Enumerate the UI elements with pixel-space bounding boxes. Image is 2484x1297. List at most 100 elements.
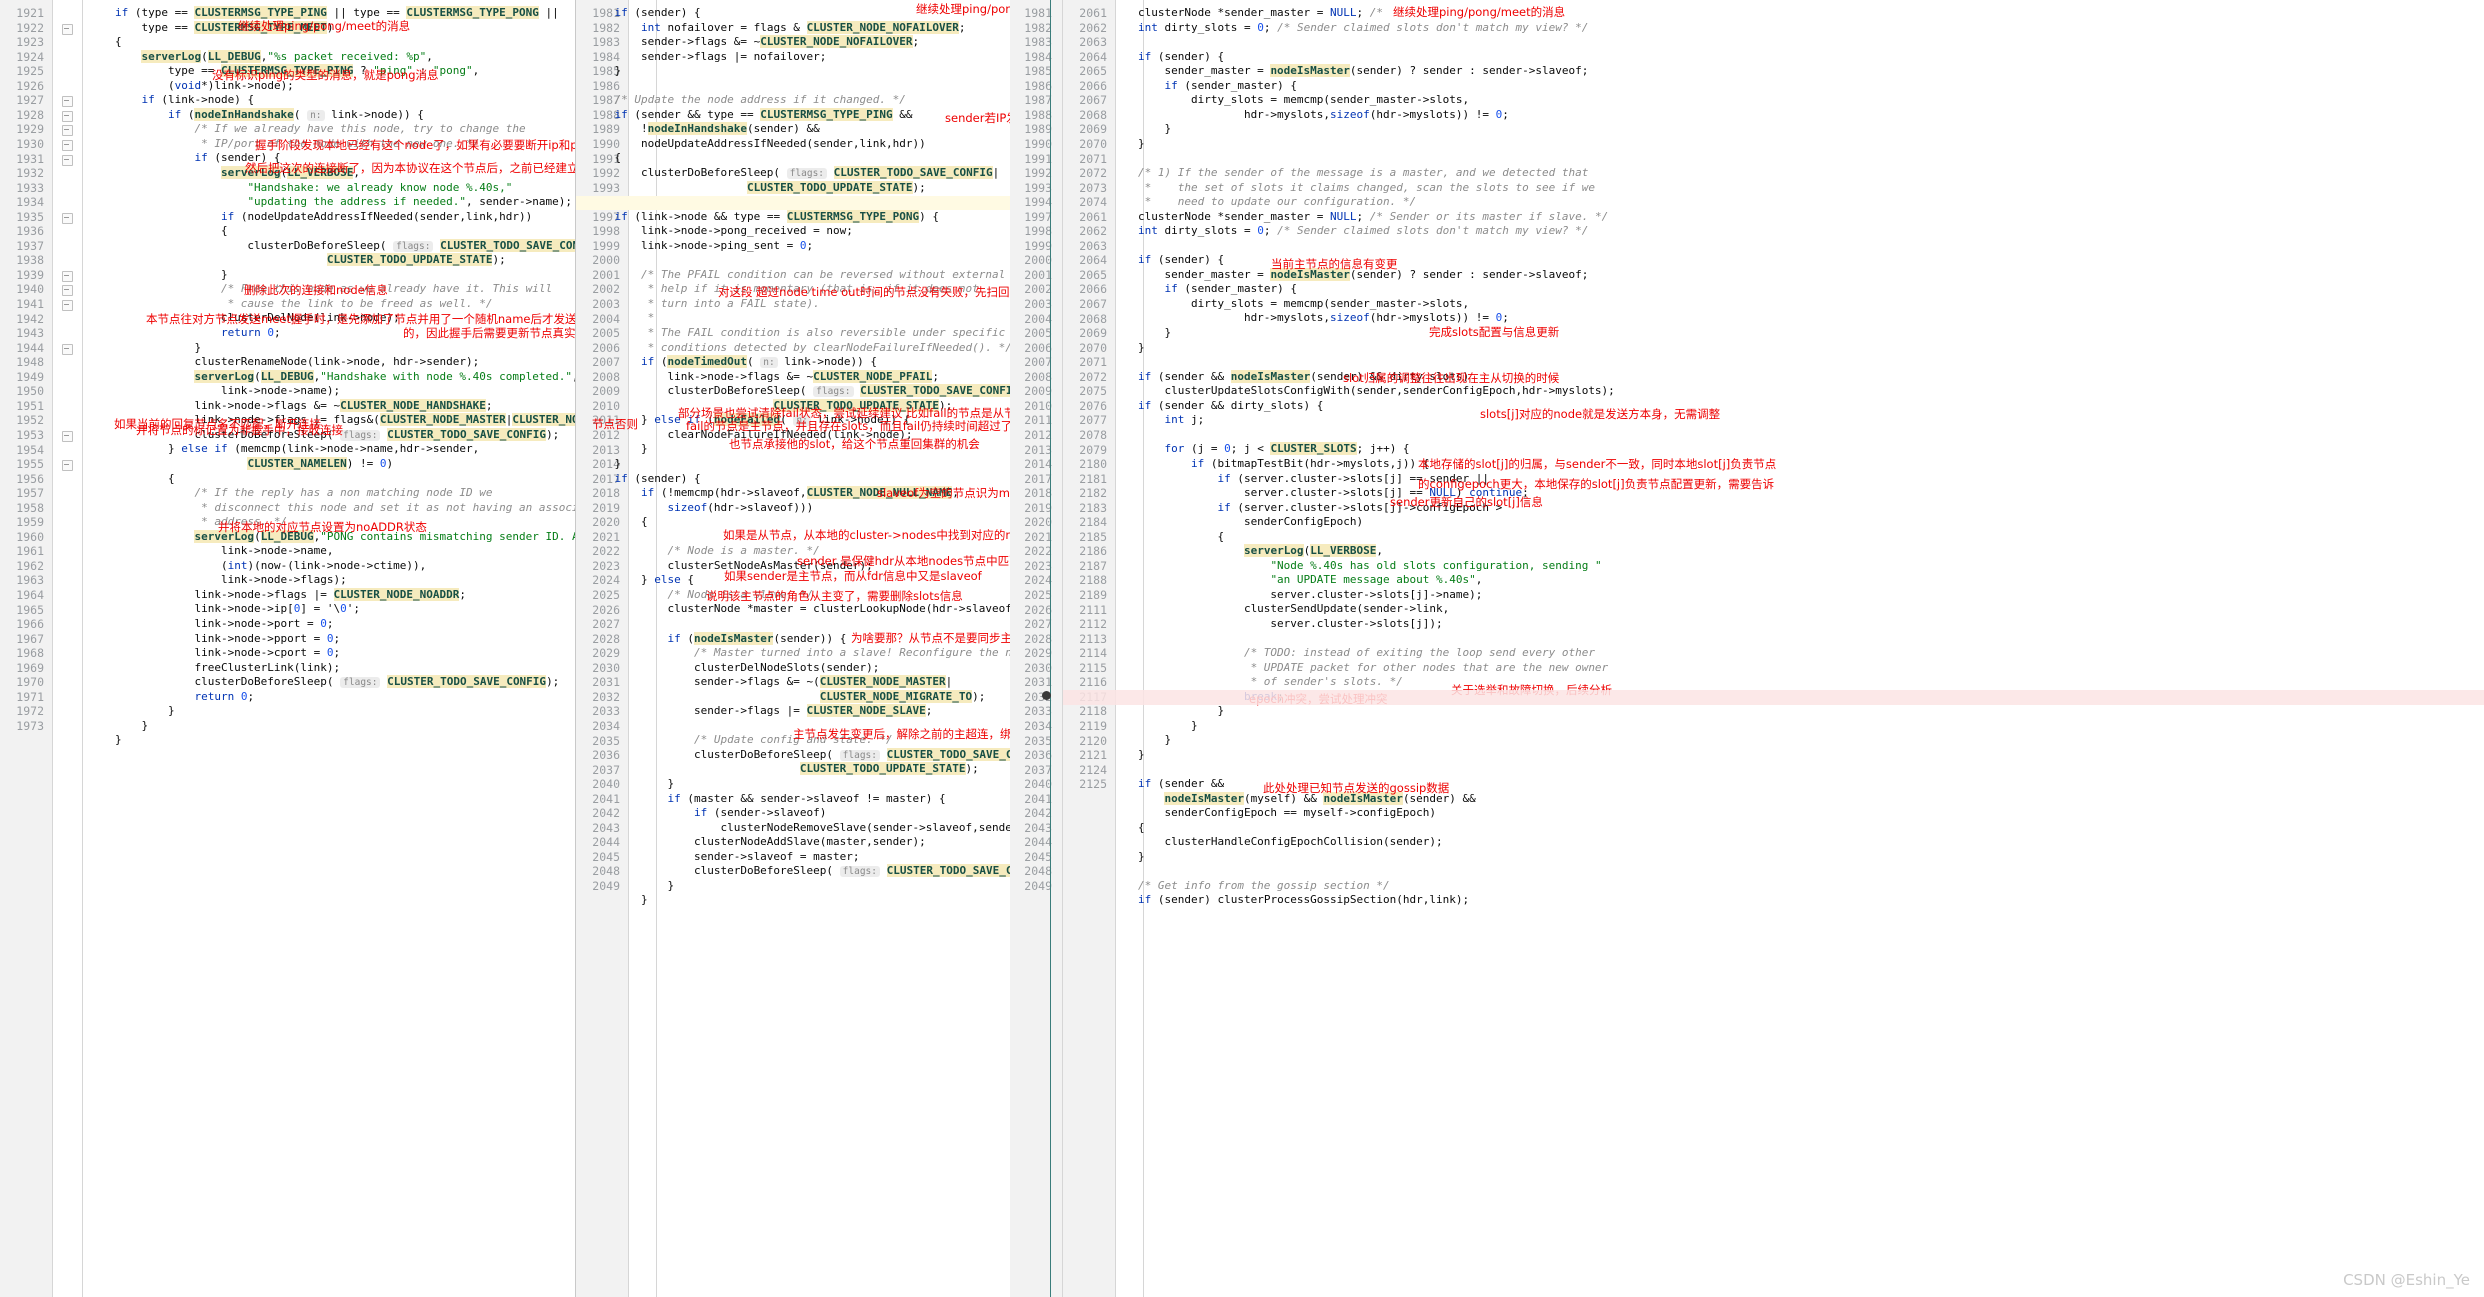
code-line[interactable]: sender->slaveof = master;: [588, 850, 1016, 865]
code-fold-toggle[interactable]: [62, 96, 73, 108]
code-line[interactable]: if (nodeInHandshake( n: link->node)) {: [62, 107, 575, 123]
code-line[interactable]: clusterDoBeforeSleep( flags: CLUSTER_TOD…: [62, 238, 575, 254]
code-line[interactable]: int dirty_slots = 0; /* Sender claimed s…: [1085, 21, 1615, 36]
code-line[interactable]: dirty_slots = memcmp(sender_master->slot…: [1085, 297, 1615, 312]
code-line[interactable]: link->node->port = 0;: [62, 617, 575, 632]
code-line[interactable]: "Handshake: we already know node %.40s,": [62, 181, 575, 196]
code-line[interactable]: sender->flags &= ~CLUSTER_NODE_NOFAILOVE…: [588, 35, 1016, 50]
breakpoint-marker[interactable]: [1042, 691, 1051, 700]
code-line[interactable]: if (sender->slaveof): [588, 806, 1016, 821]
code-line[interactable]: clusterNodeRemoveSlave(sender->slaveof,s…: [588, 821, 1016, 836]
code-line[interactable]: link->node->flags &= ~CLUSTER_NODE_HANDS…: [62, 398, 575, 414]
code-line[interactable]: [1085, 35, 1615, 50]
code-line[interactable]: clusterUpdateSlotsConfigWith(sender,send…: [1085, 384, 1614, 399]
code-line[interactable]: clusterDoBeforeSleep( flags: CLUSTER_TOD…: [588, 166, 1016, 181]
code-fold-toggle[interactable]: [62, 270, 73, 282]
code-line[interactable]: [1085, 151, 1615, 166]
code-line[interactable]: link->node->name);: [62, 384, 575, 399]
code-fold-toggle[interactable]: [62, 430, 73, 442]
code-line[interactable]: server.cluster->slots[j]);: [1085, 617, 1615, 632]
code-line[interactable]: sender->flags |= CLUSTER_NODE_SLAVE;: [588, 704, 1016, 719]
code-line[interactable]: /* Update the node address if it changed…: [588, 93, 1016, 108]
code-line[interactable]: link->node->flags |= CLUSTER_NODE_NOADDR…: [62, 587, 575, 603]
code-line[interactable]: link->node->flags);: [62, 573, 575, 588]
code-line[interactable]: int nofailover = flags & CLUSTER_NODE_NO…: [588, 20, 1016, 36]
code-line[interactable]: }: [1085, 704, 1615, 719]
code-line[interactable]: link->node->pport = 0;: [62, 632, 575, 647]
code-line[interactable]: {: [1085, 821, 1615, 836]
code-fold-toggle[interactable]: [62, 343, 73, 355]
code-line[interactable]: "updating the address if needed.", sende…: [62, 195, 575, 210]
code-line[interactable]: /* 1) If the sender of the message is a …: [1085, 166, 1615, 181]
code-fold-toggle[interactable]: [62, 23, 73, 35]
code-line[interactable]: } else if (memcmp(link->node->name,hdr->…: [62, 442, 575, 457]
code-line[interactable]: int dirty_slots = 0; /* Sender claimed s…: [1085, 224, 1615, 239]
code-line[interactable]: }: [588, 893, 1016, 908]
code-line[interactable]: /* The PFAIL condition can be reversed w…: [588, 268, 1016, 283]
code-line[interactable]: * turn into a FAIL state).: [588, 297, 1016, 312]
code-line[interactable]: * conditions detected by clearNodeFailur…: [588, 341, 1016, 356]
code-line[interactable]: {: [62, 224, 575, 239]
code-fold-toggle[interactable]: [62, 300, 73, 311]
code-line[interactable]: (int)(now-(link->node->ctime)),: [62, 559, 575, 574]
center-pane-gutter-strip[interactable]: 1981 1982 1983 1984 1985 1986 1987 1988 1989 1990…: [1010, 0, 1062, 1297]
code-line[interactable]: clusterNode *master = clusterLookupNode(…: [588, 602, 1016, 617]
code-line[interactable]: }: [1085, 137, 1615, 152]
code-line[interactable]: * The FAIL condition is also reversible …: [588, 326, 1016, 341]
code-line[interactable]: sender->flags |= nofailover;: [588, 50, 1016, 65]
code-line[interactable]: }: [1085, 719, 1615, 734]
code-line[interactable]: * the set of slots it claims changed, sc…: [1085, 181, 1615, 196]
code-line[interactable]: link->node->name,: [62, 544, 575, 559]
code-line[interactable]: /* If we already have this node, try to …: [62, 122, 575, 137]
code-line[interactable]: [1085, 428, 1615, 443]
code-line[interactable]: clusterDoBeforeSleep( flags: CLUSTER_TOD…: [588, 384, 1016, 399]
code-line[interactable]: }: [62, 704, 575, 719]
center-editor-pane[interactable]: 1981 1982 1983 1984 1985 1986 1987 1988 1989 1990…: [576, 0, 1016, 1297]
code-line[interactable]: server.cluster->slots[j]->name);: [1085, 588, 1615, 603]
code-line[interactable]: }: [1085, 850, 1615, 865]
code-line[interactable]: }: [1085, 341, 1615, 356]
code-line[interactable]: clusterHandleConfigEpochCollision(sender…: [1085, 835, 1615, 850]
code-line[interactable]: if (nodeUpdateAddressIfNeeded(sender,lin…: [62, 210, 575, 225]
code-line[interactable]: [588, 617, 1016, 632]
code-line[interactable]: serverLog(LL_VERBOSE,: [1085, 544, 1615, 559]
code-line[interactable]: CLUSTER_TODO_UPDATE_STATE);: [62, 253, 575, 268]
code-line[interactable]: for (j = 0; j < CLUSTER_SLOTS; j++) {: [1085, 442, 1615, 457]
code-line[interactable]: dirty_slots = memcmp(sender_master->slot…: [1085, 93, 1615, 108]
code-line[interactable]: /* If the reply has a non matching node …: [62, 486, 575, 501]
code-line[interactable]: link->node->cport = 0;: [62, 646, 575, 661]
code-line[interactable]: sender_master = nodeIsMaster(sender) ? s…: [1085, 64, 1615, 79]
code-line[interactable]: {: [1085, 530, 1615, 545]
code-line[interactable]: [588, 79, 1016, 94]
code-line[interactable]: {: [588, 151, 1016, 166]
code-line[interactable]: }: [62, 268, 575, 283]
code-line[interactable]: if (link->node) {: [62, 93, 575, 108]
code-line[interactable]: }: [62, 733, 575, 748]
center-code-content[interactable]: if (sender) { int nofailover = flags & C…: [588, 6, 1016, 908]
code-line[interactable]: [1085, 239, 1615, 254]
code-line[interactable]: serverLog(LL_DEBUG,"%s packet received: …: [62, 49, 575, 65]
code-line[interactable]: sizeof(hdr->slaveof))): [588, 501, 1016, 516]
code-line[interactable]: {: [62, 472, 575, 487]
left-editor-pane[interactable]: 1921 1922 1923 1924 1925 1926 1927 1928 1929 1930…: [0, 0, 575, 1297]
code-line[interactable]: * cause the link to be freed as well. */: [62, 297, 575, 312]
code-line[interactable]: if (sender_master) {: [1085, 79, 1615, 94]
code-line[interactable]: hdr->myslots,sizeof(hdr->myslots)) != 0;: [1085, 108, 1615, 123]
code-line[interactable]: CLUSTER_NODE_MIGRATE_TO);: [588, 689, 1016, 705]
code-line[interactable]: senderConfigEpoch): [1085, 515, 1615, 530]
code-line[interactable]: link->node->pong_received = now;: [588, 224, 1016, 239]
code-line[interactable]: }: [588, 64, 1016, 79]
code-line[interactable]: if (nodeTimedOut( n: link->node)) {: [588, 355, 1016, 370]
code-line[interactable]: * UPDATE packet for other nodes that are…: [1085, 661, 1615, 676]
code-line[interactable]: if (master && sender->slaveof != master)…: [588, 792, 1016, 807]
code-line[interactable]: clusterNodeAddSlave(master,sender);: [588, 835, 1016, 850]
code-fold-toggle[interactable]: [62, 139, 73, 151]
code-line[interactable]: CLUSTER_NAMELEN) != 0): [62, 456, 575, 472]
code-line[interactable]: if (sender) {: [588, 472, 1016, 487]
code-line[interactable]: [1085, 762, 1615, 777]
code-line[interactable]: [1085, 632, 1615, 647]
code-line[interactable]: }: [588, 879, 1016, 894]
code-line[interactable]: link->node->flags &= ~CLUSTER_NODE_PFAIL…: [588, 369, 1016, 385]
code-line[interactable]: CLUSTER_TODO_UPDATE_STATE);: [588, 180, 1016, 196]
code-fold-toggle[interactable]: [62, 285, 73, 297]
